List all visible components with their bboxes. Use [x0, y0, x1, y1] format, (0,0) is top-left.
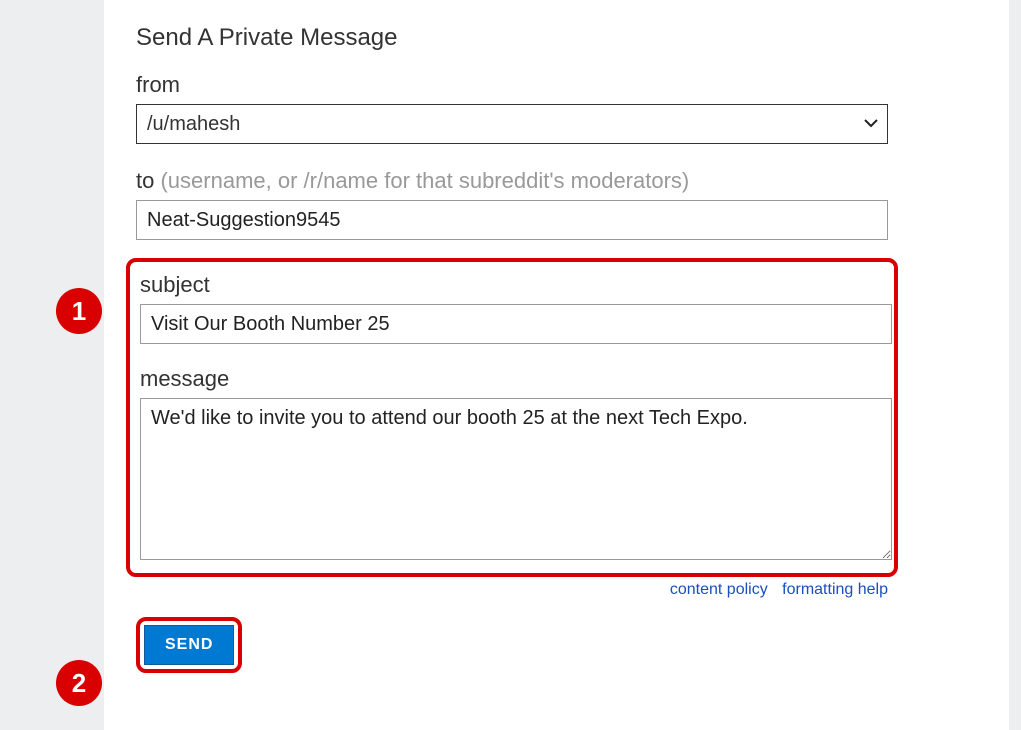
- to-label-row: to (username, or /r/name for that subred…: [136, 168, 977, 194]
- annotation-badge-1: 1: [56, 288, 102, 334]
- to-hint: (username, or /r/name for that subreddit…: [160, 168, 689, 193]
- send-button[interactable]: SEND: [144, 625, 234, 665]
- to-input[interactable]: [136, 200, 888, 240]
- to-group: to (username, or /r/name for that subred…: [136, 168, 977, 240]
- message-textarea[interactable]: [140, 398, 892, 560]
- highlight-box-1: subject message: [126, 258, 898, 577]
- from-group: from /u/mahesh: [136, 72, 977, 144]
- page-title: Send A Private Message: [136, 24, 977, 52]
- compose-message-panel: Send A Private Message from /u/mahesh to…: [104, 0, 1009, 730]
- content-policy-link[interactable]: content policy: [670, 581, 768, 598]
- subject-input[interactable]: [140, 304, 892, 344]
- from-select-wrapper: /u/mahesh: [136, 104, 888, 144]
- message-label: message: [140, 366, 884, 392]
- highlight-box-2: SEND: [136, 617, 242, 673]
- from-select[interactable]: /u/mahesh: [136, 104, 888, 144]
- subject-label: subject: [140, 272, 884, 298]
- formatting-help-link[interactable]: formatting help: [782, 581, 888, 598]
- links-row: content policy formatting help: [136, 581, 888, 599]
- from-label: from: [136, 72, 977, 98]
- to-label: to: [136, 168, 154, 193]
- annotation-badge-2: 2: [56, 660, 102, 706]
